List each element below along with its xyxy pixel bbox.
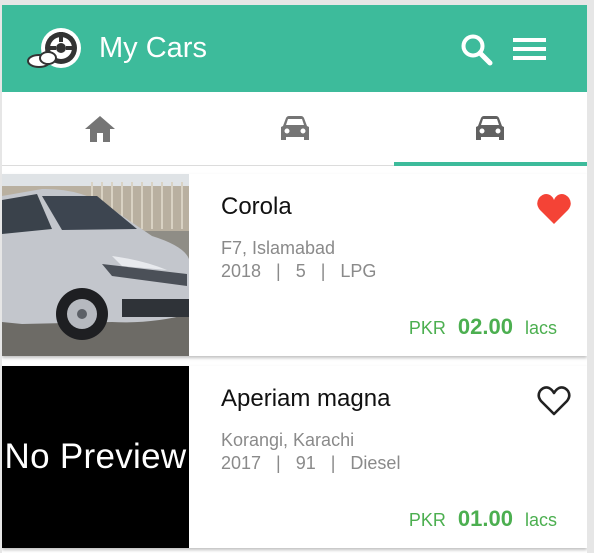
price-amount: 02.00: [457, 314, 513, 339]
tab-bar: [2, 92, 587, 166]
search-icon[interactable]: [460, 33, 494, 67]
car-price: PKR 02.00 lacs: [409, 314, 557, 340]
car-specs: 2017 | 91 | Diesel: [221, 453, 401, 473]
no-preview-placeholder: No Preview: [2, 366, 189, 548]
app-bar: My Cars: [2, 5, 587, 92]
price-unit: lacs: [524, 510, 557, 530]
car-icon: [280, 116, 309, 140]
app-title: My Cars: [99, 32, 207, 64]
price-unit: lacs: [524, 318, 557, 338]
car-price: PKR 01.00 lacs: [409, 506, 557, 532]
home-icon: [84, 116, 115, 142]
price-amount: 01.00: [457, 506, 513, 531]
menu-icon[interactable]: [512, 35, 548, 63]
price-currency: PKR: [408, 318, 446, 338]
car-location: F7, Islamabad: [221, 238, 336, 258]
favorite-heart-outline-icon[interactable]: [536, 384, 572, 418]
car-name: Corola: [221, 193, 292, 220]
car-photo: [2, 174, 189, 356]
car-listing-card[interactable]: No Preview Aperiam magna Korangi, Karach…: [2, 366, 587, 548]
car-location: Korangi, Karachi: [221, 430, 355, 450]
price-currency: PKR: [408, 510, 446, 530]
car-specs: 2018 | 5 | LPG: [221, 261, 377, 281]
tab-cars[interactable]: [197, 92, 392, 166]
car-icon: [475, 116, 504, 140]
tab-my-cars[interactable]: [392, 92, 587, 166]
car-name: Aperiam magna: [221, 385, 391, 412]
selected-tab-indicator: [394, 162, 587, 166]
steering-wheel-logo-icon: [26, 24, 86, 74]
app-screen: My Cars Corola F7, Islamabad 2018 | 5 | …: [2, 5, 587, 553]
favorite-heart-filled-icon[interactable]: [536, 192, 572, 226]
tab-home[interactable]: [2, 92, 197, 166]
car-listing-card[interactable]: Corola F7, Islamabad 2018 | 5 | LPG PKR …: [2, 174, 587, 356]
